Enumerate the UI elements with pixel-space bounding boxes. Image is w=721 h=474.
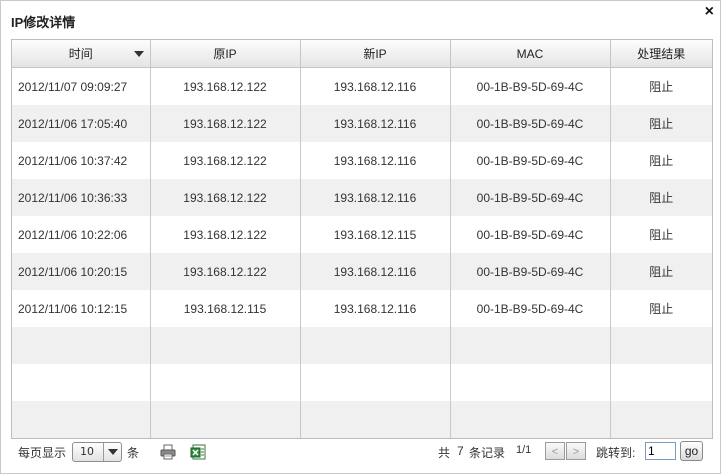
excel-export-icon[interactable] [190,444,206,463]
unit-label: 条 [127,446,140,460]
cell-time: 2012/11/07 09:09:27 [12,67,151,105]
cell-old-ip: 193.168.12.122 [150,67,301,105]
cell-old-ip: 193.168.12.122 [150,216,301,253]
cell-old-ip: 193.168.12.115 [150,290,301,327]
table-row[interactable]: 2012/11/06 10:22:06 193.168.12.122 193.1… [12,216,712,253]
cell-time: 2012/11/06 10:22:06 [12,216,151,253]
printer-icon[interactable] [160,444,176,463]
cell-mac: 00-1B-B9-5D-69-4C [450,290,611,327]
column-header-new-ip[interactable]: 新IP [300,40,451,68]
cell-time: 2012/11/06 10:12:15 [12,290,151,327]
per-page-label: 每页显示 [18,446,67,460]
cell-mac: 00-1B-B9-5D-69-4C [450,216,611,253]
cell-old-ip: 193.168.12.122 [150,179,301,216]
cell-time: 2012/11/06 10:37:42 [12,142,151,179]
table-row[interactable]: 2012/11/06 10:20:15 193.168.12.122 193.1… [12,253,712,290]
cell-new-ip: 193.168.12.116 [300,290,451,327]
pagination-bar: 每页显示 10 条 共 7 条记录 1/1 < > 跳转到: 1 go [11,438,711,466]
cell-mac: 00-1B-B9-5D-69-4C [450,67,611,105]
cell-result: 阻止 [610,253,712,290]
cell-result: 阻止 [649,154,674,168]
table-row[interactable]: 2012/11/06 10:37:42 193.168.12.122 193.1… [12,142,712,179]
cell-mac: 00-1B-B9-5D-69-4C [450,253,611,290]
table-row[interactable]: 2012/11/06 17:05:40 193.168.12.122 193.1… [12,105,712,142]
cell-old-ip: 193.168.12.122 [150,253,301,290]
go-button[interactable]: go [680,441,703,461]
dialog-title: IP修改详情 [11,15,76,30]
cell-result: 阻止 [610,179,712,216]
cell-time: 2012/11/06 10:20:15 [12,253,151,290]
records-table: 时间 原IP 新IP MAC 处理结果 2012/11/07 09:09:27 … [11,39,713,439]
cell-result: 阻止 [610,105,712,142]
table-header-row: 时间 原IP 新IP MAC 处理结果 [12,40,712,68]
cell-new-ip: 193.168.12.116 [300,253,451,290]
column-header-label: 时间 [68,47,93,61]
jump-label: 跳转到: [596,446,636,460]
column-header-label: 处理结果 [637,47,686,61]
ip-change-details-dialog: IP修改详情 × 时间 原IP 新IP MAC 处理结果 2012/11/07 … [0,0,721,474]
total-count: 7 [457,444,464,458]
column-header-label: MAC [516,46,544,61]
total-prefix: 共 [438,446,451,460]
table-row[interactable]: 2012/11/06 10:12:15 193.168.12.115 193.1… [12,290,712,327]
table-row[interactable]: 2012/11/07 09:09:27 193.168.12.122 193.1… [12,67,712,105]
table-row[interactable]: 2012/11/06 10:36:33 193.168.12.122 193.1… [12,179,712,216]
cell-result: 阻止 [649,302,674,316]
prev-page-button[interactable]: < [545,442,565,460]
column-header-result[interactable]: 处理结果 [610,40,712,68]
column-header-label: 新IP [363,47,387,61]
close-icon[interactable]: × [705,4,714,20]
column-header-mac[interactable]: MAC [450,40,611,68]
page-indicator: 1/1 [516,444,532,456]
column-header-old-ip[interactable]: 原IP [150,40,301,68]
cell-mac: 00-1B-B9-5D-69-4C [450,179,611,216]
cell-new-ip: 193.168.12.116 [300,179,451,216]
column-header-label: 原IP [213,47,237,61]
cell-result: 阻止 [649,80,674,94]
cell-new-ip: 193.168.12.116 [300,142,451,179]
page-size-select[interactable]: 10 [72,442,122,462]
column-header-time[interactable]: 时间 [12,40,151,68]
empty-row [12,364,712,401]
total-suffix: 条记录 [469,446,506,460]
empty-row [12,327,712,364]
cell-new-ip: 193.168.12.116 [300,105,451,142]
jump-page-input[interactable] [645,442,676,460]
cell-mac: 00-1B-B9-5D-69-4C [450,105,611,142]
cell-old-ip: 193.168.12.122 [150,105,301,142]
chevron-down-icon[interactable] [103,443,121,461]
sort-down-icon[interactable] [133,51,144,57]
cell-mac: 00-1B-B9-5D-69-4C [450,142,611,179]
cell-result: 阻止 [649,228,674,242]
cell-time: 2012/11/06 17:05:40 [12,105,151,142]
page-size-value: 10 [80,445,94,458]
cell-new-ip: 193.168.12.116 [300,67,451,105]
cell-new-ip: 193.168.12.115 [300,216,451,253]
next-page-button[interactable]: > [566,442,586,460]
cell-time: 2012/11/06 10:36:33 [12,179,151,216]
cell-old-ip: 193.168.12.122 [150,142,301,179]
empty-row [12,401,712,438]
